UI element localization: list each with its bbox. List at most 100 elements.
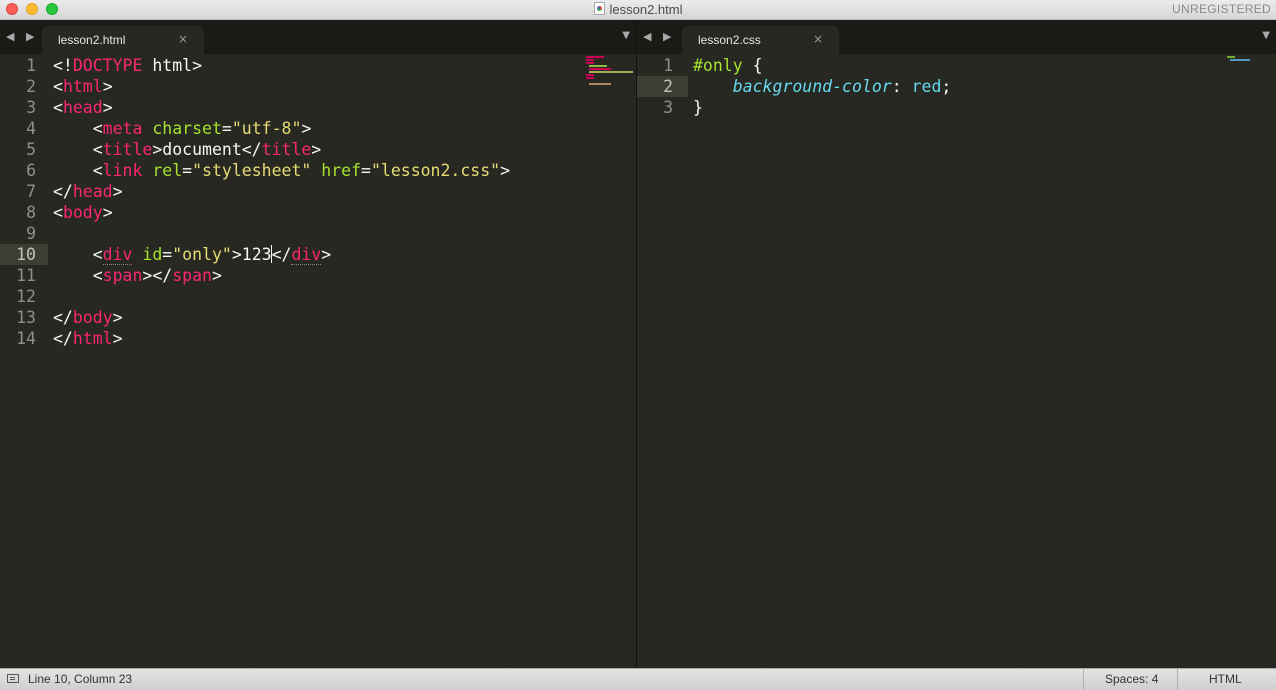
code-line[interactable]: 8 <body>: [0, 202, 636, 223]
code-token: >: [211, 266, 222, 285]
code-token: title: [261, 140, 312, 159]
line-number: 14: [16, 329, 36, 348]
statusbar: Line 10, Column 23 Spaces: 4 HTML: [0, 668, 1276, 690]
tab-close-icon[interactable]: ×: [813, 32, 823, 46]
code-token: body: [62, 203, 103, 222]
tab-lesson2-html[interactable]: lesson2.html ×: [42, 26, 204, 54]
code-token: =: [361, 161, 371, 180]
code-token: >: [112, 329, 123, 348]
line-number: 6: [26, 161, 36, 180]
line-number: 3: [663, 98, 673, 117]
code-token: <: [53, 98, 63, 117]
code-token: =: [162, 245, 173, 264]
code-line[interactable]: 13 </body>: [0, 307, 636, 328]
code-token: <: [53, 119, 103, 138]
code-text: <head>: [53, 97, 113, 118]
code-token: href: [321, 161, 362, 180]
code-line[interactable]: 3 <head>: [0, 97, 636, 118]
code-token: "only": [172, 245, 232, 264]
code-token: head: [72, 182, 113, 201]
code-line[interactable]: 4 <meta charset="utf-8">: [0, 118, 636, 139]
line-number: 12: [16, 287, 36, 306]
line-number: 3: [26, 98, 36, 117]
code-token: >: [311, 140, 322, 159]
code-token: >: [112, 182, 123, 201]
tab-lesson2-css[interactable]: lesson2.css ×: [682, 26, 839, 54]
code-token: div: [102, 245, 133, 265]
line-number: 4: [26, 119, 36, 138]
right-tabbar: ◀ ▶ lesson2.css × ▼: [637, 20, 1276, 54]
html-file-icon: [593, 2, 605, 15]
code-line[interactable]: 6 <link rel="stylesheet" href="lesson2.c…: [0, 160, 636, 181]
code-line[interactable]: 1 <!DOCTYPE html>: [0, 55, 636, 76]
code-token: >123: [231, 245, 272, 264]
line-number: 7: [26, 182, 36, 201]
code-text: </body>: [53, 307, 123, 328]
code-token: =: [221, 119, 232, 138]
code-text: <div id="only">123</div>: [53, 244, 331, 265]
syntax-selector[interactable]: HTML: [1209, 672, 1242, 686]
code-text: </head>: [53, 181, 123, 202]
code-token: ></: [142, 266, 173, 285]
code-token: >: [301, 119, 312, 138]
line-number: 1: [26, 56, 36, 75]
code-text: <!DOCTYPE html>: [53, 55, 202, 76]
tab-label: lesson2.css: [698, 33, 761, 47]
code-token: >: [112, 308, 123, 327]
code-text: background-color: red;: [693, 76, 952, 97]
tab-close-icon[interactable]: ×: [178, 32, 188, 46]
code-line[interactable]: 7 </head>: [0, 181, 636, 202]
code-text: #only {: [693, 55, 763, 76]
code-token: link: [102, 161, 143, 180]
code-token: html: [72, 329, 113, 348]
code-text: <link rel="stylesheet" href="lesson2.css…: [53, 160, 510, 181]
code-line[interactable]: 10 <div id="only">123</div>: [0, 244, 636, 265]
code-token: >: [500, 161, 511, 180]
line-number: 5: [26, 140, 36, 159]
code-token: "stylesheet": [192, 161, 312, 180]
line-number: 2: [663, 77, 673, 96]
code-line[interactable]: 11 <span></span>: [0, 265, 636, 286]
code-token: <: [53, 266, 103, 285]
code-text: <meta charset="utf-8">: [53, 118, 312, 139]
cursor-position: Line 10, Column 23: [28, 672, 133, 686]
code-token: </: [271, 245, 292, 264]
code-text: <html>: [53, 76, 113, 97]
code-token: background-color: [732, 77, 892, 96]
code-token: html: [62, 77, 103, 96]
code-token: >: [102, 77, 113, 96]
code-token: "utf-8": [231, 119, 302, 138]
code-token: </: [53, 308, 73, 327]
editor-pane-html[interactable]: 1 <!DOCTYPE html> 2 <html> 3 <head> 4 <meta ch…: [0, 54, 636, 668]
indentation-selector[interactable]: Spaces: 4: [1105, 672, 1158, 686]
window-title: lesson2.html: [0, 0, 1276, 19]
code-token: id: [142, 245, 163, 264]
code-token: >: [321, 245, 332, 264]
code-line[interactable]: 1 #only {: [637, 55, 1276, 76]
code-text: <span></span>: [53, 265, 222, 286]
panel-toggle-icon[interactable]: [7, 674, 19, 683]
code-line[interactable]: 12: [0, 286, 636, 307]
code-token: title: [102, 140, 153, 159]
code-token: body: [72, 308, 113, 327]
code-line[interactable]: 2 <html>: [0, 76, 636, 97]
code-token: <!: [53, 56, 73, 75]
code-line[interactable]: 9: [0, 223, 636, 244]
code-token: meta: [102, 119, 143, 138]
tab-nav-arrows-icon[interactable]: ◀ ▶: [6, 30, 38, 43]
tab-nav-arrows-icon[interactable]: ◀ ▶: [643, 30, 675, 43]
tab-list-dropdown-icon[interactable]: ▼: [1262, 30, 1270, 41]
code-token: <: [53, 140, 103, 159]
editor-pane-css[interactable]: 1 #only {2 background-color: red; 3}: [637, 54, 1276, 668]
code-line[interactable]: 2 background-color: red;: [637, 76, 1276, 97]
code-line[interactable]: 5 <title>document</title>: [0, 139, 636, 160]
line-number: 1: [663, 56, 673, 75]
code-line[interactable]: 3}: [637, 97, 1276, 118]
tab-list-dropdown-icon[interactable]: ▼: [622, 30, 630, 41]
code-token: rel: [152, 161, 183, 180]
line-number: 8: [26, 203, 36, 222]
code-line[interactable]: 14 </html>: [0, 328, 636, 349]
